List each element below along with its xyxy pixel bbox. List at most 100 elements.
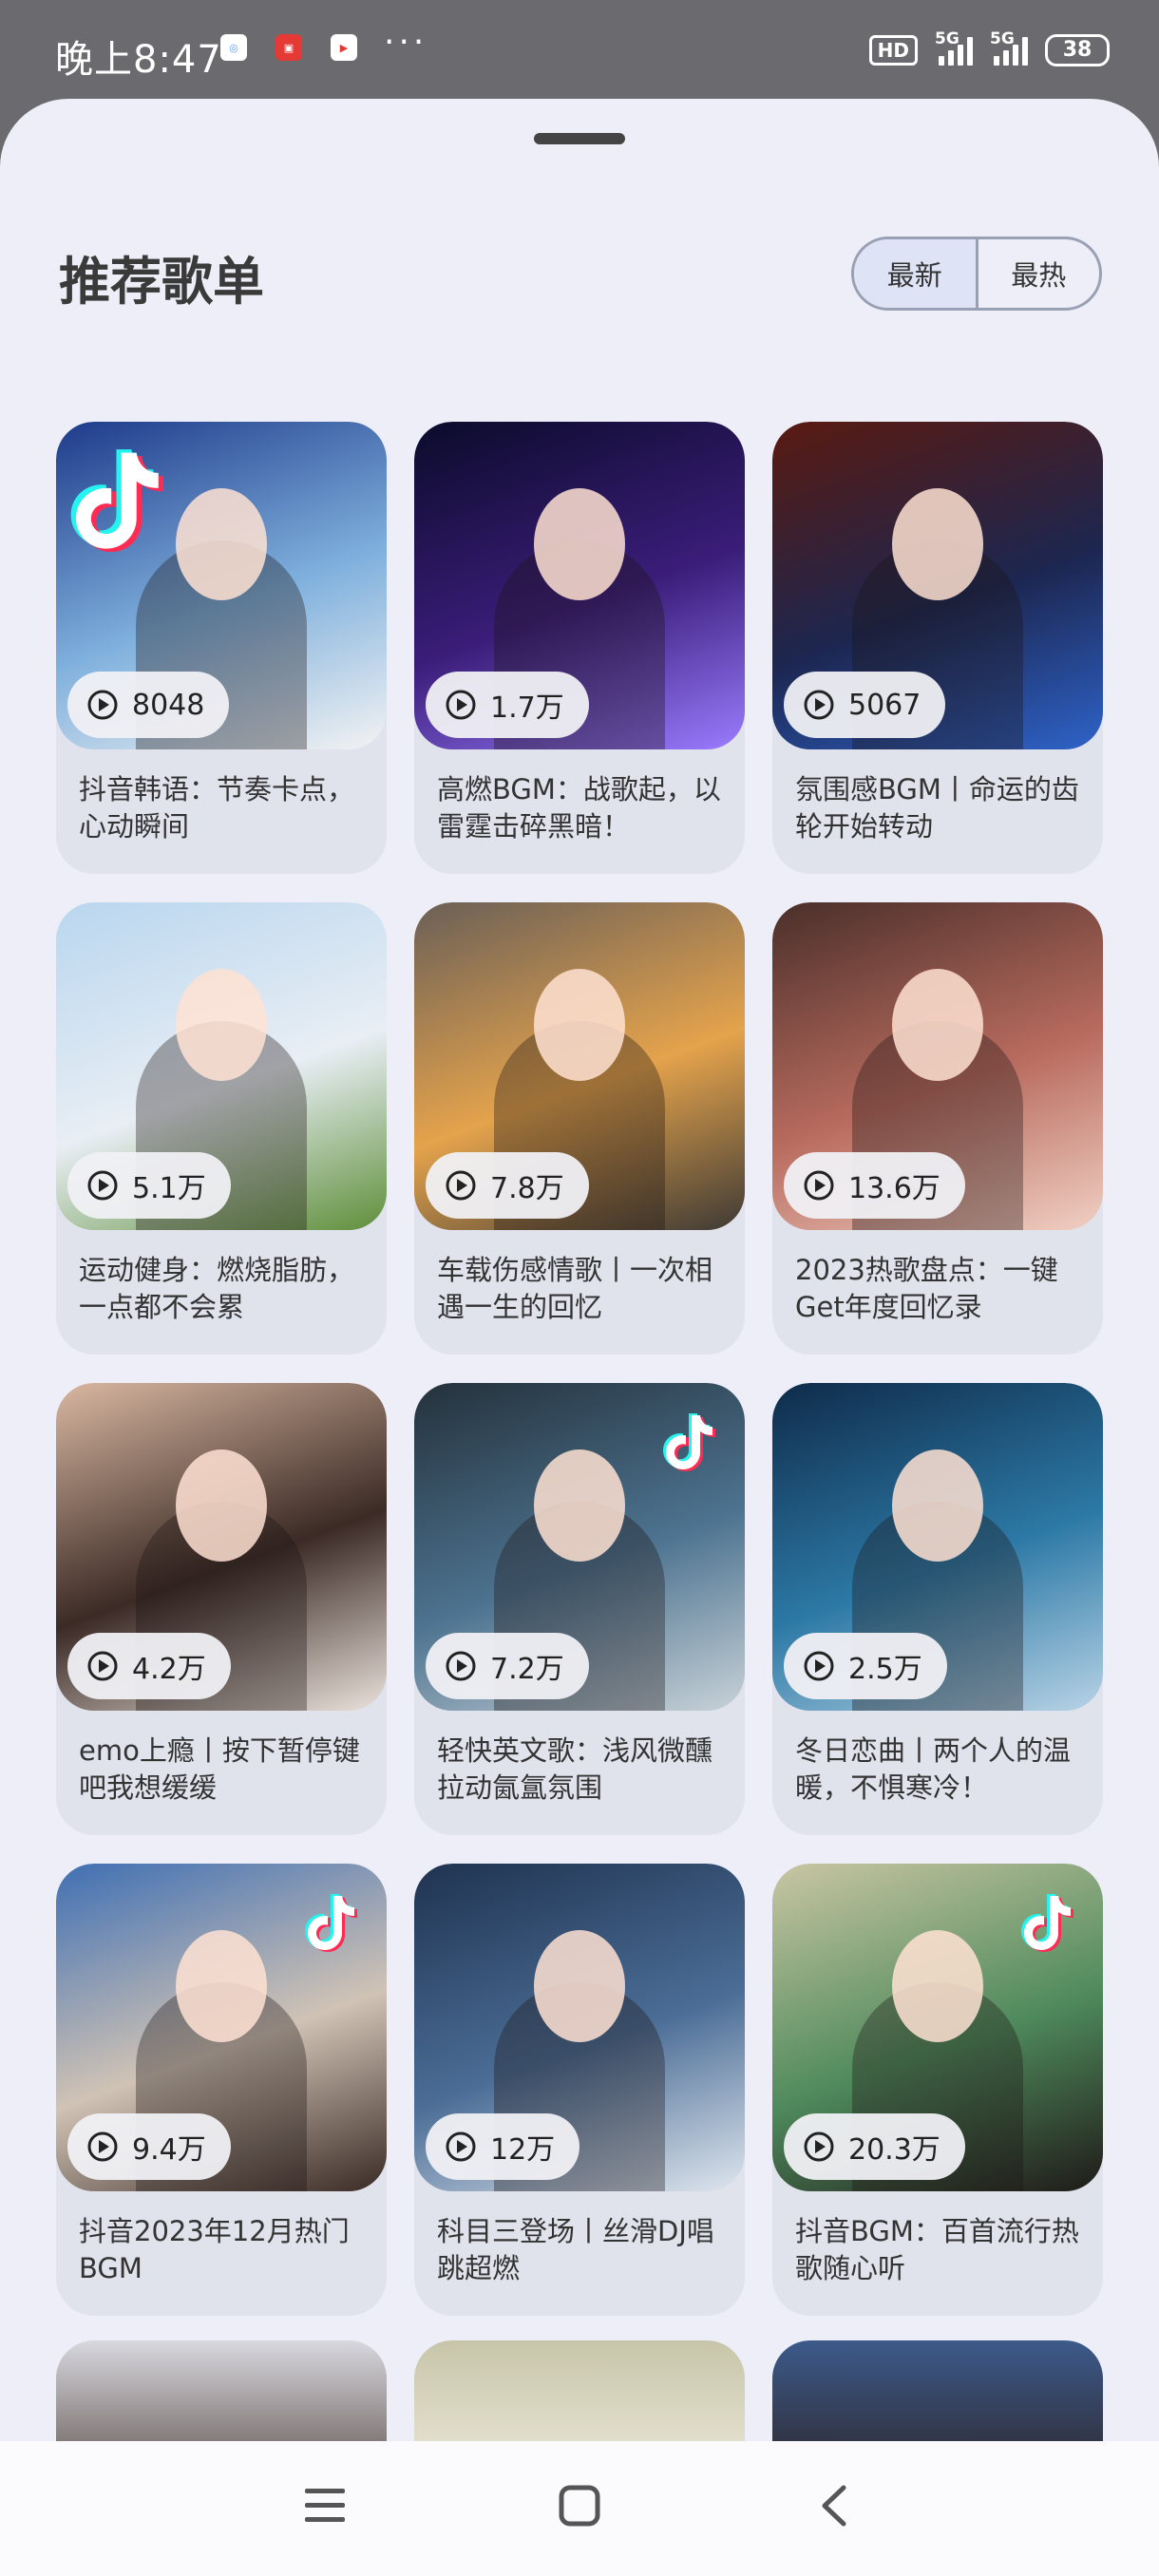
app-notification-icon: ◎ bbox=[220, 34, 247, 61]
playlist-card[interactable]: 12万科目三登场丨丝滑DJ唱跳超燃 bbox=[414, 1864, 745, 2316]
playlist-cover-image[interactable]: 9.4万 bbox=[56, 1864, 387, 2191]
playlist-cover-image[interactable]: 7.2万 bbox=[414, 1383, 745, 1711]
play-count: 5067 bbox=[848, 688, 922, 722]
play-count-badge[interactable]: 9.4万 bbox=[67, 2113, 231, 2180]
playlist-title: 运动健身：燃烧脂肪，一点都不会累 bbox=[79, 1254, 355, 1323]
playlist-cover-image[interactable]: 1.7万 bbox=[414, 422, 745, 749]
playlist-cover-image[interactable]: 5.1万 bbox=[56, 902, 387, 1230]
play-count: 7.8万 bbox=[490, 1172, 564, 1205]
play-count: 20.3万 bbox=[848, 2133, 940, 2167]
play-circle-icon bbox=[445, 2131, 477, 2163]
playlist-title: 抖音2023年12月热门BGM bbox=[79, 2215, 350, 2284]
playlist-title: 科目三登场丨丝滑DJ唱跳超燃 bbox=[437, 2215, 714, 2284]
play-count: 9.4万 bbox=[132, 2133, 206, 2167]
drag-handle[interactable] bbox=[534, 133, 625, 144]
tiktok-logo-icon bbox=[67, 443, 172, 560]
page-title: 推荐歌单 bbox=[59, 252, 264, 312]
play-count-badge[interactable]: 4.2万 bbox=[67, 1633, 231, 1699]
playlist-cover-image[interactable]: 13.6万 bbox=[772, 902, 1103, 1230]
battery-icon: 38 bbox=[1045, 34, 1110, 66]
playlist-card[interactable]: 2.5万冬日恋曲丨两个人的温暖，不惧寒冷！ bbox=[772, 1383, 1103, 1835]
playlist-card[interactable]: 7.2万轻快英文歌：浅风微醺拉动氤氲氛围 bbox=[414, 1383, 745, 1835]
play-count: 4.2万 bbox=[132, 1653, 206, 1686]
play-count: 13.6万 bbox=[848, 1172, 940, 1205]
play-circle-icon bbox=[803, 689, 835, 721]
playlist-title: 高燃BGM：战歌起，以雷霆击碎黑暗！ bbox=[437, 773, 721, 843]
playlist-card[interactable]: 4.2万 emo上瘾丨按下暂停键吧我想缓缓 bbox=[56, 1383, 387, 1835]
menu-icon[interactable] bbox=[296, 2477, 353, 2534]
playlist-title: 冬日恋曲丨两个人的温暖，不惧寒冷！ bbox=[795, 1734, 1072, 1804]
play-circle-icon bbox=[86, 689, 119, 721]
signal-label: 5G bbox=[990, 29, 1015, 48]
playlist-card[interactable]: 9.4万抖音2023年12月热门BGM bbox=[56, 1864, 387, 2316]
tiktok-logo-icon bbox=[303, 1890, 362, 1957]
playlist-cover-image[interactable]: 2.5万 bbox=[772, 1383, 1103, 1711]
play-count-badge[interactable]: 7.2万 bbox=[426, 1633, 589, 1699]
screen: 晚上8:47 ◎ ▣ ▶ ··· HD 5G 5G 38 推荐歌单 最新 最热 … bbox=[0, 0, 1159, 2576]
signal-icon: 5G bbox=[990, 29, 1028, 66]
status-bar: 晚上8:47 ◎ ▣ ▶ ··· HD 5G 5G 38 bbox=[0, 0, 1159, 99]
playlist-cover-image[interactable]: 7.8万 bbox=[414, 902, 745, 1230]
play-count-badge[interactable]: 8048 bbox=[67, 672, 230, 738]
play-count-badge[interactable]: 7.8万 bbox=[426, 1152, 589, 1219]
playlist-title: 抖音BGM：百首流行热歌随心听 bbox=[795, 2215, 1079, 2284]
playlist-title: 2023热歌盘点：一键Get年度回忆录 bbox=[795, 1254, 1058, 1323]
play-count: 2.5万 bbox=[848, 1653, 922, 1686]
playlist-cover-image[interactable]: 20.3万 bbox=[772, 1864, 1103, 2191]
playlist-title: emo上瘾丨按下暂停键吧我想缓缓 bbox=[79, 1734, 360, 1804]
play-circle-icon bbox=[803, 2131, 835, 2163]
playlist-card[interactable]: 20.3万抖音BGM：百首流行热歌随心听 bbox=[772, 1864, 1103, 2316]
back-icon[interactable] bbox=[806, 2477, 863, 2534]
play-count: 1.7万 bbox=[490, 691, 564, 725]
playlist-card[interactable]: 5067 氛围感BGM丨命运的齿轮开始转动 bbox=[772, 422, 1103, 874]
sort-hottest-button[interactable]: 最热 bbox=[975, 239, 1100, 308]
status-right: HD 5G 5G 38 bbox=[868, 29, 1110, 66]
play-circle-icon bbox=[86, 1650, 119, 1682]
home-icon[interactable] bbox=[551, 2477, 608, 2534]
play-count: 8048 bbox=[132, 688, 205, 722]
play-count: 7.2万 bbox=[490, 1653, 564, 1686]
signal-icon: 5G bbox=[935, 29, 973, 66]
tiktok-logo-icon bbox=[1019, 1890, 1078, 1957]
video-app-icon: ▶ bbox=[331, 34, 357, 61]
playlist-card[interactable]: 13.6万 2023热歌盘点：一键Get年度回忆录 bbox=[772, 902, 1103, 1354]
playlist-title: 车载伤感情歌丨一次相遇一生的回忆 bbox=[437, 1254, 713, 1323]
playlist-cover-image[interactable]: 4.2万 bbox=[56, 1383, 387, 1711]
playlist-cover-image[interactable]: 8048 bbox=[56, 422, 387, 749]
tmall-icon: ▣ bbox=[276, 34, 302, 61]
play-count-badge[interactable]: 5067 bbox=[784, 672, 946, 738]
playlist-grid: 8048 抖音韩语：节奏卡点，心动瞬间 1.7万高燃BGM：战歌起，以雷霆击碎黑暗！… bbox=[56, 422, 1103, 2316]
sort-latest-button[interactable]: 最新 bbox=[854, 239, 976, 308]
hd-badge: HD bbox=[868, 35, 918, 66]
play-circle-icon bbox=[803, 1650, 835, 1682]
playlist-title: 轻快英文歌：浅风微醺拉动氤氲氛围 bbox=[437, 1734, 713, 1804]
play-circle-icon bbox=[803, 1169, 835, 1202]
playlist-title: 抖音韩语：节奏卡点，心动瞬间 bbox=[79, 773, 355, 843]
playlist-card[interactable]: 7.8万车载伤感情歌丨一次相遇一生的回忆 bbox=[414, 902, 745, 1354]
play-circle-icon bbox=[445, 689, 477, 721]
more-notifications-icon: ··· bbox=[384, 23, 428, 62]
playlist-sheet: 推荐歌单 最新 最热 8048 抖音韩语：节奏卡点，心动瞬间 1.7万高燃BGM：战… bbox=[0, 99, 1159, 2576]
playlist-card[interactable]: 5.1万运动健身：燃烧脂肪，一点都不会累 bbox=[56, 902, 387, 1354]
play-circle-icon bbox=[445, 1169, 477, 1202]
tiktok-logo-icon bbox=[661, 1410, 720, 1476]
play-count: 5.1万 bbox=[132, 1172, 206, 1205]
signal-label: 5G bbox=[935, 29, 960, 48]
play-circle-icon bbox=[86, 1169, 119, 1202]
playlist-card[interactable]: 8048 抖音韩语：节奏卡点，心动瞬间 bbox=[56, 422, 387, 874]
playlist-title: 氛围感BGM丨命运的齿轮开始转动 bbox=[795, 773, 1079, 843]
play-count-badge[interactable]: 13.6万 bbox=[784, 1152, 965, 1219]
play-count-badge[interactable]: 2.5万 bbox=[784, 1633, 947, 1699]
playlist-cover-image[interactable]: 12万 bbox=[414, 1864, 745, 2191]
play-count-badge[interactable]: 1.7万 bbox=[426, 672, 589, 738]
sort-segmented-control: 最新 最热 bbox=[851, 237, 1102, 311]
playlist-card[interactable]: 1.7万高燃BGM：战歌起，以雷霆击碎黑暗！ bbox=[414, 422, 745, 874]
play-count-badge[interactable]: 12万 bbox=[426, 2113, 580, 2180]
play-circle-icon bbox=[445, 1650, 477, 1682]
status-app-icons: ◎ ▣ ▶ bbox=[220, 34, 357, 61]
playlist-cover-image[interactable]: 5067 bbox=[772, 422, 1103, 749]
play-count-badge[interactable]: 5.1万 bbox=[67, 1152, 231, 1219]
play-circle-icon bbox=[86, 2131, 119, 2163]
play-count: 12万 bbox=[490, 2133, 556, 2167]
play-count-badge[interactable]: 20.3万 bbox=[784, 2113, 965, 2180]
